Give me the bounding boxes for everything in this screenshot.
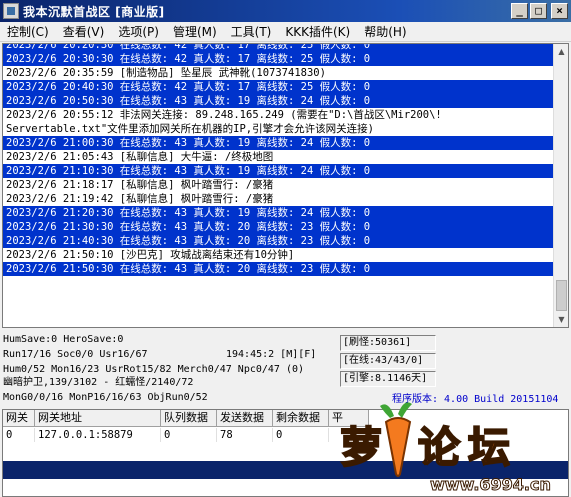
- status-hum: Hum0/52 Mon16/23 UsrRot15/82 Merch0/47 N…: [3, 364, 305, 375]
- log-lines: 2023/2/6 20:20:30 在线总数: 42 真人数: 17 离线数: …: [3, 44, 554, 276]
- maximize-button[interactable]: □: [530, 3, 547, 19]
- col-remain-data[interactable]: 剩余数据: [273, 410, 329, 427]
- log-line: 2023/2/6 21:18:17 [私聊信息] 枫叶踏雪行: /豪猪: [6, 179, 274, 191]
- status-monster: 幽暗护卫,139/3102 - 红蠕怪/2140/72: [3, 377, 194, 388]
- menu-kkk-plugin[interactable]: KKK插件(K): [278, 22, 357, 42]
- col-send-data[interactable]: 发送数据: [217, 410, 273, 427]
- title-bar[interactable]: 我本沉默首战区 [商业版] _ □ ×: [0, 0, 571, 22]
- cell-queue: 0: [161, 428, 217, 442]
- log-line: 2023/2/6 21:40:30 在线总数: 43 真人数: 20 离线数: …: [3, 234, 554, 248]
- log-line: 2023/2/6 20:30:30 在线总数: 42 真人数: 17 离线数: …: [3, 52, 554, 66]
- menu-help[interactable]: 帮助(H): [357, 22, 413, 42]
- cell-remain: 0: [273, 428, 329, 442]
- engine-box: [引擎:8.1146天]: [340, 371, 436, 387]
- log-panel[interactable]: 2023/2/6 20:20:30 在线总数: 42 真人数: 17 离线数: …: [2, 43, 569, 328]
- refresh-monster-box: [刷怪:50361]: [340, 335, 436, 351]
- scroll-down-icon[interactable]: ▼: [554, 312, 568, 327]
- menu-manage[interactable]: 管理(M): [166, 22, 224, 42]
- menu-options[interactable]: 选项(P): [111, 22, 166, 42]
- log-line: 2023/2/6 21:50:30 在线总数: 43 真人数: 20 离线数: …: [3, 262, 554, 276]
- scroll-up-icon[interactable]: ▲: [554, 44, 568, 59]
- log-scrollbar[interactable]: ▲ ▼: [553, 44, 568, 327]
- col-avg[interactable]: 平: [329, 410, 369, 427]
- cell-gateway: 0: [3, 428, 35, 442]
- log-line: 2023/2/6 20:20:30 在线总数: 42 真人数: 17 离线数: …: [3, 44, 554, 52]
- status-time: 194:45:2 [M][F]: [226, 349, 317, 360]
- status-save: HumSave:0 HeroSave:0: [3, 334, 124, 345]
- status-mong: MonG0/0/16 MonP16/16/63 ObjRun0/52: [3, 392, 208, 403]
- log-line: 2023/2/6 21:05:43 [私聊信息] 大牛逼: /终极地图: [6, 151, 274, 163]
- menu-view[interactable]: 查看(V): [56, 22, 112, 42]
- status-run: Run17/16 Soc0/0 Usr16/67: [3, 349, 148, 360]
- log-line: 2023/2/6 21:20:30 在线总数: 43 真人数: 19 离线数: …: [3, 206, 554, 220]
- program-version: 程序版本: 4.00 Build 20151104: [392, 394, 559, 405]
- log-line: 2023/2/6 20:50:30 在线总数: 43 真人数: 19 离线数: …: [3, 94, 554, 108]
- log-line: 2023/2/6 21:50:10 [沙巴克] 攻城战离结束还有10分钟]: [6, 249, 295, 261]
- log-line: 2023/2/6 20:40:30 在线总数: 42 真人数: 17 离线数: …: [3, 80, 554, 94]
- scroll-thumb[interactable]: [556, 280, 567, 311]
- log-line: 2023/2/6 21:30:30 在线总数: 43 真人数: 20 离线数: …: [3, 220, 554, 234]
- gateway-table[interactable]: 网关 网关地址 队列数据 发送数据 剩余数据 平 0 127.0.0.1:588…: [2, 409, 569, 497]
- col-gateway[interactable]: 网关: [3, 410, 35, 427]
- log-line: 2023/2/6 20:35:59 [制造物品] 坠星辰 武神靴(1073741…: [6, 67, 326, 79]
- log-line: 2023/2/6 21:10:30 在线总数: 43 真人数: 19 离线数: …: [3, 164, 554, 178]
- table-header: 网关 网关地址 队列数据 发送数据 剩余数据 平: [3, 410, 369, 427]
- col-queue-data[interactable]: 队列数据: [161, 410, 217, 427]
- log-line: Servertable.txt"文件里添加网关所在机器的IP,引擎才会允许该网关…: [6, 123, 374, 135]
- window-title: 我本沉默首战区 [商业版]: [23, 4, 165, 19]
- cell-avg: [329, 428, 369, 442]
- online-box: [在线:43/43/0]: [340, 353, 436, 369]
- window-controls: _ □ ×: [511, 3, 568, 19]
- menu-tools[interactable]: 工具(T): [224, 22, 279, 42]
- cell-address: 127.0.0.1:58879: [35, 428, 161, 442]
- minimize-button[interactable]: _: [511, 3, 528, 19]
- app-icon: [3, 3, 19, 19]
- menu-control[interactable]: 控制(C): [0, 22, 56, 42]
- log-line: 2023/2/6 21:19:42 [私聊信息] 枫叶踏雪行: /豪猪: [6, 193, 274, 205]
- cell-send: 78: [217, 428, 273, 442]
- log-line: 2023/2/6 21:00:30 在线总数: 43 真人数: 19 离线数: …: [3, 136, 554, 150]
- close-button[interactable]: ×: [551, 3, 568, 19]
- menu-bar: 控制(C) 查看(V) 选项(P) 管理(M) 工具(T) KKK插件(K) 帮…: [0, 22, 571, 42]
- log-line: 2023/2/6 20:55:12 非法网关连接: 89.248.165.249…: [6, 109, 442, 121]
- table-row[interactable]: 0 127.0.0.1:58879 0 78 0: [3, 428, 369, 442]
- col-gateway-address[interactable]: 网关地址: [35, 410, 161, 427]
- selected-table-row[interactable]: [3, 461, 568, 479]
